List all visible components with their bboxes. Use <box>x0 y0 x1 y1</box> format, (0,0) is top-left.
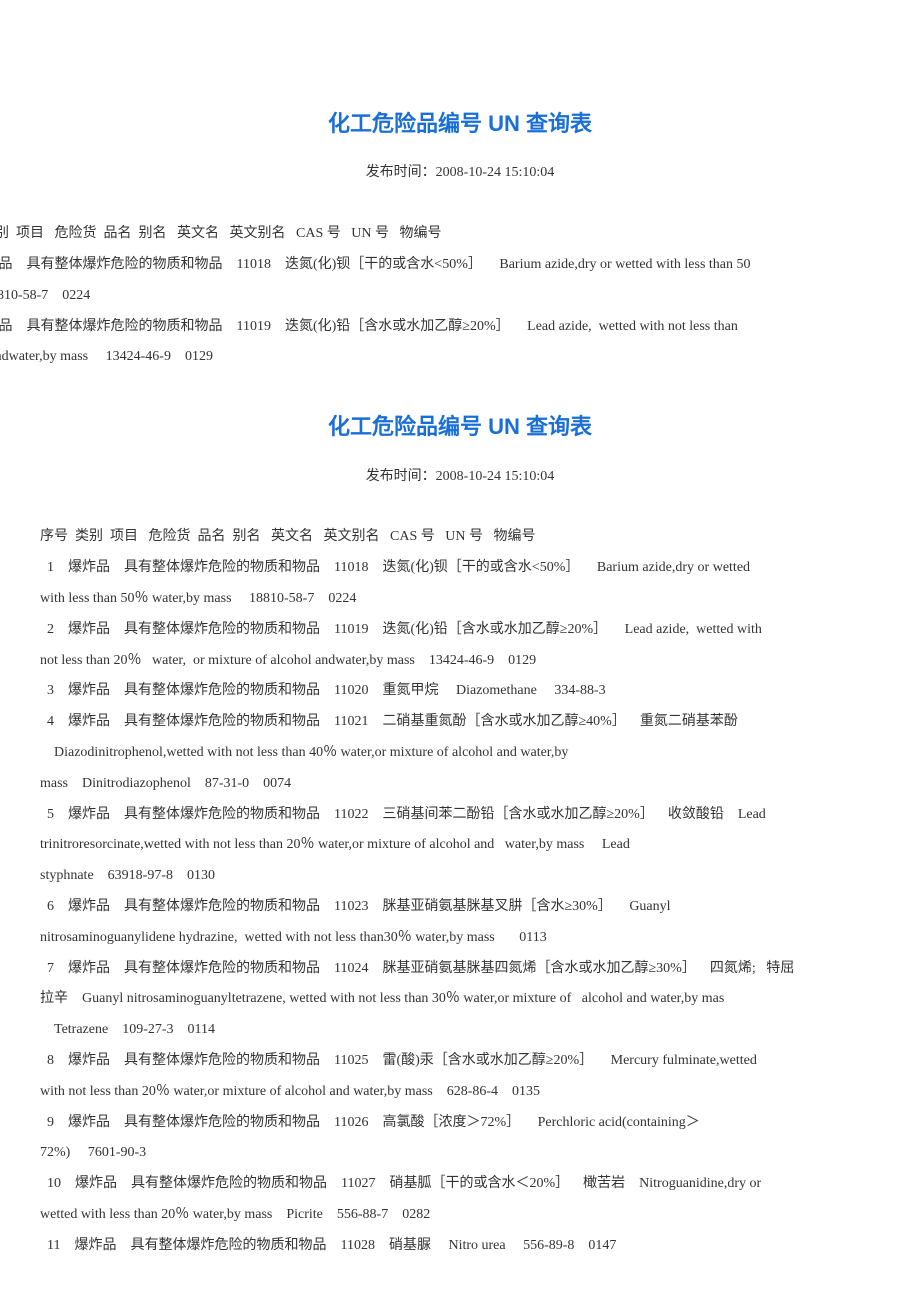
data-row: 拉辛 Guanyl nitrosaminoguanyltetrazene, we… <box>40 984 920 1015</box>
data-row: 6 爆炸品 具有整体爆炸危险的物质和物品 11023 脒基亚硝氨基脒基叉肼［含水… <box>40 892 920 923</box>
data-row: 11 爆炸品 具有整体爆炸危险的物质和物品 11028 硝基脲 Nitro ur… <box>40 1231 920 1262</box>
data-row: Tetrazene 109-27-3 0114 <box>40 1015 920 1046</box>
data-row: mass Dinitrodiazophenol 87-31-0 0074 <box>40 769 920 800</box>
data-row: with not less than 20％ water,or mixture … <box>40 1077 920 1108</box>
data-row: s 18810-58-7 0224 <box>0 281 920 312</box>
data-row: 1 爆炸品 具有整体爆炸危险的物质和物品 11018 迭氮(化)钡［干的或含水<… <box>40 553 920 584</box>
data-row: 爆炸品 具有整体爆炸危险的物质和物品 11018 迭氮(化)钡［干的或含水<50… <box>0 250 920 281</box>
data-row: 7 爆炸品 具有整体爆炸危险的物质和物品 11024 脒基亚硝氨基脒基四氮烯［含… <box>40 954 920 985</box>
data-row: with less than 50％ water,by mass 18810-5… <box>40 584 920 615</box>
page-title-main: 化工危险品编号 UN 查询表 <box>20 403 900 451</box>
data-row: 72%) 7601-90-3 <box>40 1138 920 1169</box>
data-row: 5 爆炸品 具有整体爆炸危险的物质和物品 11022 三硝基间苯二酚铅［含水或水… <box>40 800 920 831</box>
data-row: 3 爆炸品 具有整体爆炸危险的物质和物品 11020 重氮甲烷 Diazomet… <box>40 676 920 707</box>
publish-time-top: 发布时间：2008-10-24 15:10:04 <box>20 158 900 189</box>
table-main: 序号 类别 项目 危险货 品名 别名 英文名 英文别名 CAS 号 UN 号 物… <box>40 522 920 1261</box>
data-row: 2 爆炸品 具有整体爆炸危险的物质和物品 11019 迭氮(化)铅［含水或水加乙… <box>40 615 920 646</box>
data-row: 爆炸品 具有整体爆炸危险的物质和物品 11019 迭氮(化)铅［含水或水加乙醇≥… <box>0 312 920 343</box>
data-row: 8 爆炸品 具有整体爆炸危险的物质和物品 11025 雷(酸)汞［含水或水加乙醇… <box>40 1046 920 1077</box>
data-row: not less than 20％ water, or mixture of a… <box>40 646 920 677</box>
data-row: 4 爆炸品 具有整体爆炸危险的物质和物品 11021 二硝基重氮酚［含水或水加乙… <box>40 707 920 738</box>
publish-time-main: 发布时间：2008-10-24 15:10:04 <box>20 462 900 493</box>
data-row: 10 爆炸品 具有整体爆炸危险的物质和物品 11027 硝基胍［干的或含水＜20… <box>40 1169 920 1200</box>
data-row: trinitroresorcinate,wetted with not less… <box>40 830 920 861</box>
column-header-main: 序号 类别 项目 危险货 品名 别名 英文名 英文别名 CAS 号 UN 号 物… <box>40 522 920 553</box>
data-row: wetted with less than 20％ water,by mass … <box>40 1200 920 1231</box>
data-row: nitrosaminoguanylidene hydrazine, wetted… <box>40 923 920 954</box>
page-title-top: 化工危险品编号 UN 查询表 <box>20 100 900 148</box>
data-row: 9 爆炸品 具有整体爆炸危险的物质和物品 11026 高氯酸［浓度＞72%］ P… <box>40 1108 920 1139</box>
table-fragment-top: 号 类别 项目 危险货 品名 别名 英文名 英文别名 CAS 号 UN 号 物编… <box>0 219 920 373</box>
data-row: Diazodinitrophenol,wetted with not less … <box>40 738 920 769</box>
data-row: styphnate 63918-97-8 0130 <box>40 861 920 892</box>
column-header-top: 号 类别 项目 危险货 品名 别名 英文名 英文别名 CAS 号 UN 号 物编… <box>0 219 920 250</box>
data-row: ohol andwater,by mass 13424-46-9 0129 <box>0 342 920 373</box>
